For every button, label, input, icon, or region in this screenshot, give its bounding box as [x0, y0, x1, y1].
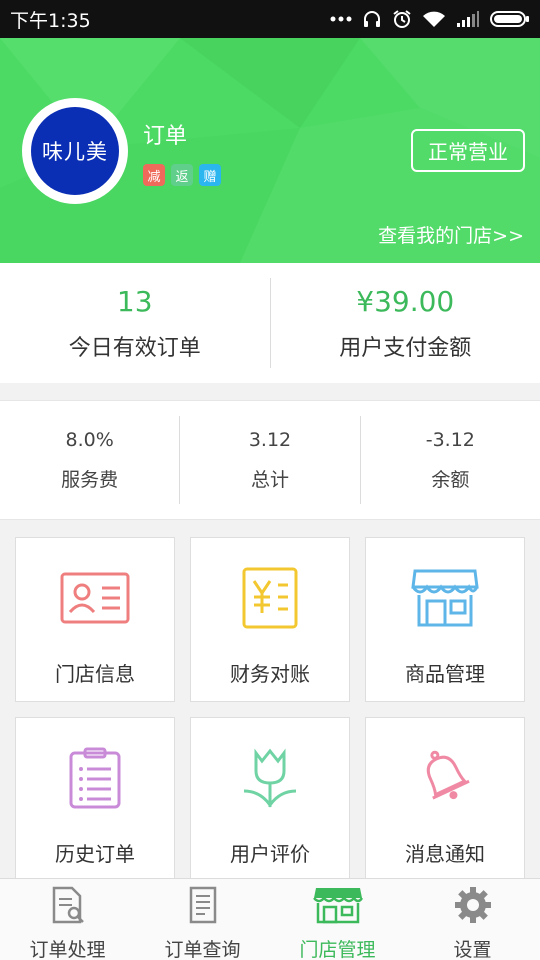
menu-finance[interactable]: 财务对账	[190, 537, 350, 702]
service-fee-label: 服务费	[61, 468, 119, 491]
store-header: 味儿美 订单 减 返 赠 正常营业 查看我的门店>>	[0, 38, 540, 263]
fee-summary: 8.0% 服务费 3.12 总计 -3.12 余额	[0, 400, 540, 520]
receipt-icon	[183, 885, 223, 929]
tag-discount: 减	[143, 164, 165, 186]
stat-valid-orders[interactable]: 13 今日有效订单	[0, 263, 270, 383]
store-info-label: 门店信息	[55, 662, 135, 686]
finance-icon	[242, 566, 298, 630]
finance-label: 财务对账	[230, 662, 310, 686]
goods-label: 商品管理	[405, 662, 485, 686]
stat-balance: -3.12 余额	[361, 401, 540, 519]
tag-rebate: 返	[171, 164, 193, 186]
tab-order-query-label: 订单查询	[164, 939, 241, 960]
total-label: 总计	[250, 468, 289, 491]
tab-order-query[interactable]: 订单查询	[135, 879, 270, 960]
headphone-icon	[362, 9, 382, 29]
business-status-button[interactable]: 正常营业	[411, 129, 525, 172]
bell-icon	[415, 746, 475, 810]
tag-gift: 赠	[199, 164, 221, 186]
tab-store-manage[interactable]: 门店管理	[270, 879, 405, 960]
store-name: 订单	[143, 124, 188, 149]
stat-service-fee: 8.0% 服务费	[0, 401, 179, 519]
store-logo-text: 味儿美	[31, 107, 119, 195]
document-search-icon	[48, 885, 88, 929]
function-grid: 门店信息 财务对账 商品管理 历史订单 用户评价 消息通知	[0, 520, 540, 882]
promo-tags: 减 返 赠	[143, 164, 221, 186]
tab-store-manage-label: 门店管理	[299, 939, 376, 960]
user-paid-label: 用户支付金额	[339, 335, 472, 361]
view-my-store-link[interactable]: 查看我的门店>>	[378, 221, 524, 248]
more-dots-icon	[330, 15, 352, 23]
menu-reviews[interactable]: 用户评价	[190, 717, 350, 882]
tab-settings-label: 设置	[453, 939, 492, 960]
balance-value: -3.12	[425, 428, 475, 451]
tab-order-process[interactable]: 订单处理	[0, 879, 135, 960]
store-logo[interactable]: 味儿美	[22, 98, 128, 204]
id-card-icon	[60, 566, 130, 630]
bottom-tab-bar: 订单处理 订单查询 门店管理 设置	[0, 878, 540, 960]
signal-icon	[456, 10, 480, 28]
store-icon	[312, 885, 364, 929]
reviews-label: 用户评价	[230, 842, 310, 866]
flower-icon	[240, 746, 300, 810]
alarm-icon	[392, 9, 412, 29]
balance-label: 余额	[431, 468, 470, 491]
clipboard-list-icon	[69, 746, 121, 810]
tab-order-process-label: 订单处理	[29, 939, 106, 960]
stat-total: 3.12 总计	[180, 401, 359, 519]
notifications-label: 消息通知	[405, 842, 485, 866]
menu-goods[interactable]: 商品管理	[365, 537, 525, 702]
stat-user-paid[interactable]: ¥39.00 用户支付金额	[271, 263, 540, 383]
valid-orders-label: 今日有效订单	[68, 335, 201, 361]
total-value: 3.12	[248, 428, 292, 451]
battery-icon	[490, 10, 530, 28]
today-summary: 13 今日有效订单 ¥39.00 用户支付金额	[0, 263, 540, 383]
status-icons	[330, 9, 530, 29]
gear-icon	[453, 885, 493, 929]
storefront-icon	[411, 566, 479, 630]
tab-settings[interactable]: 设置	[405, 879, 540, 960]
menu-notifications[interactable]: 消息通知	[365, 717, 525, 882]
menu-store-info[interactable]: 门店信息	[15, 537, 175, 702]
service-fee-value: 8.0%	[65, 428, 114, 451]
user-paid-value: ¥39.00	[356, 284, 455, 318]
wifi-icon	[422, 10, 446, 28]
menu-history-orders[interactable]: 历史订单	[15, 717, 175, 882]
history-orders-label: 历史订单	[55, 842, 135, 866]
status-bar: 下午1:35	[0, 0, 540, 38]
valid-orders-value: 13	[116, 284, 153, 318]
status-time: 下午1:35	[10, 9, 91, 32]
